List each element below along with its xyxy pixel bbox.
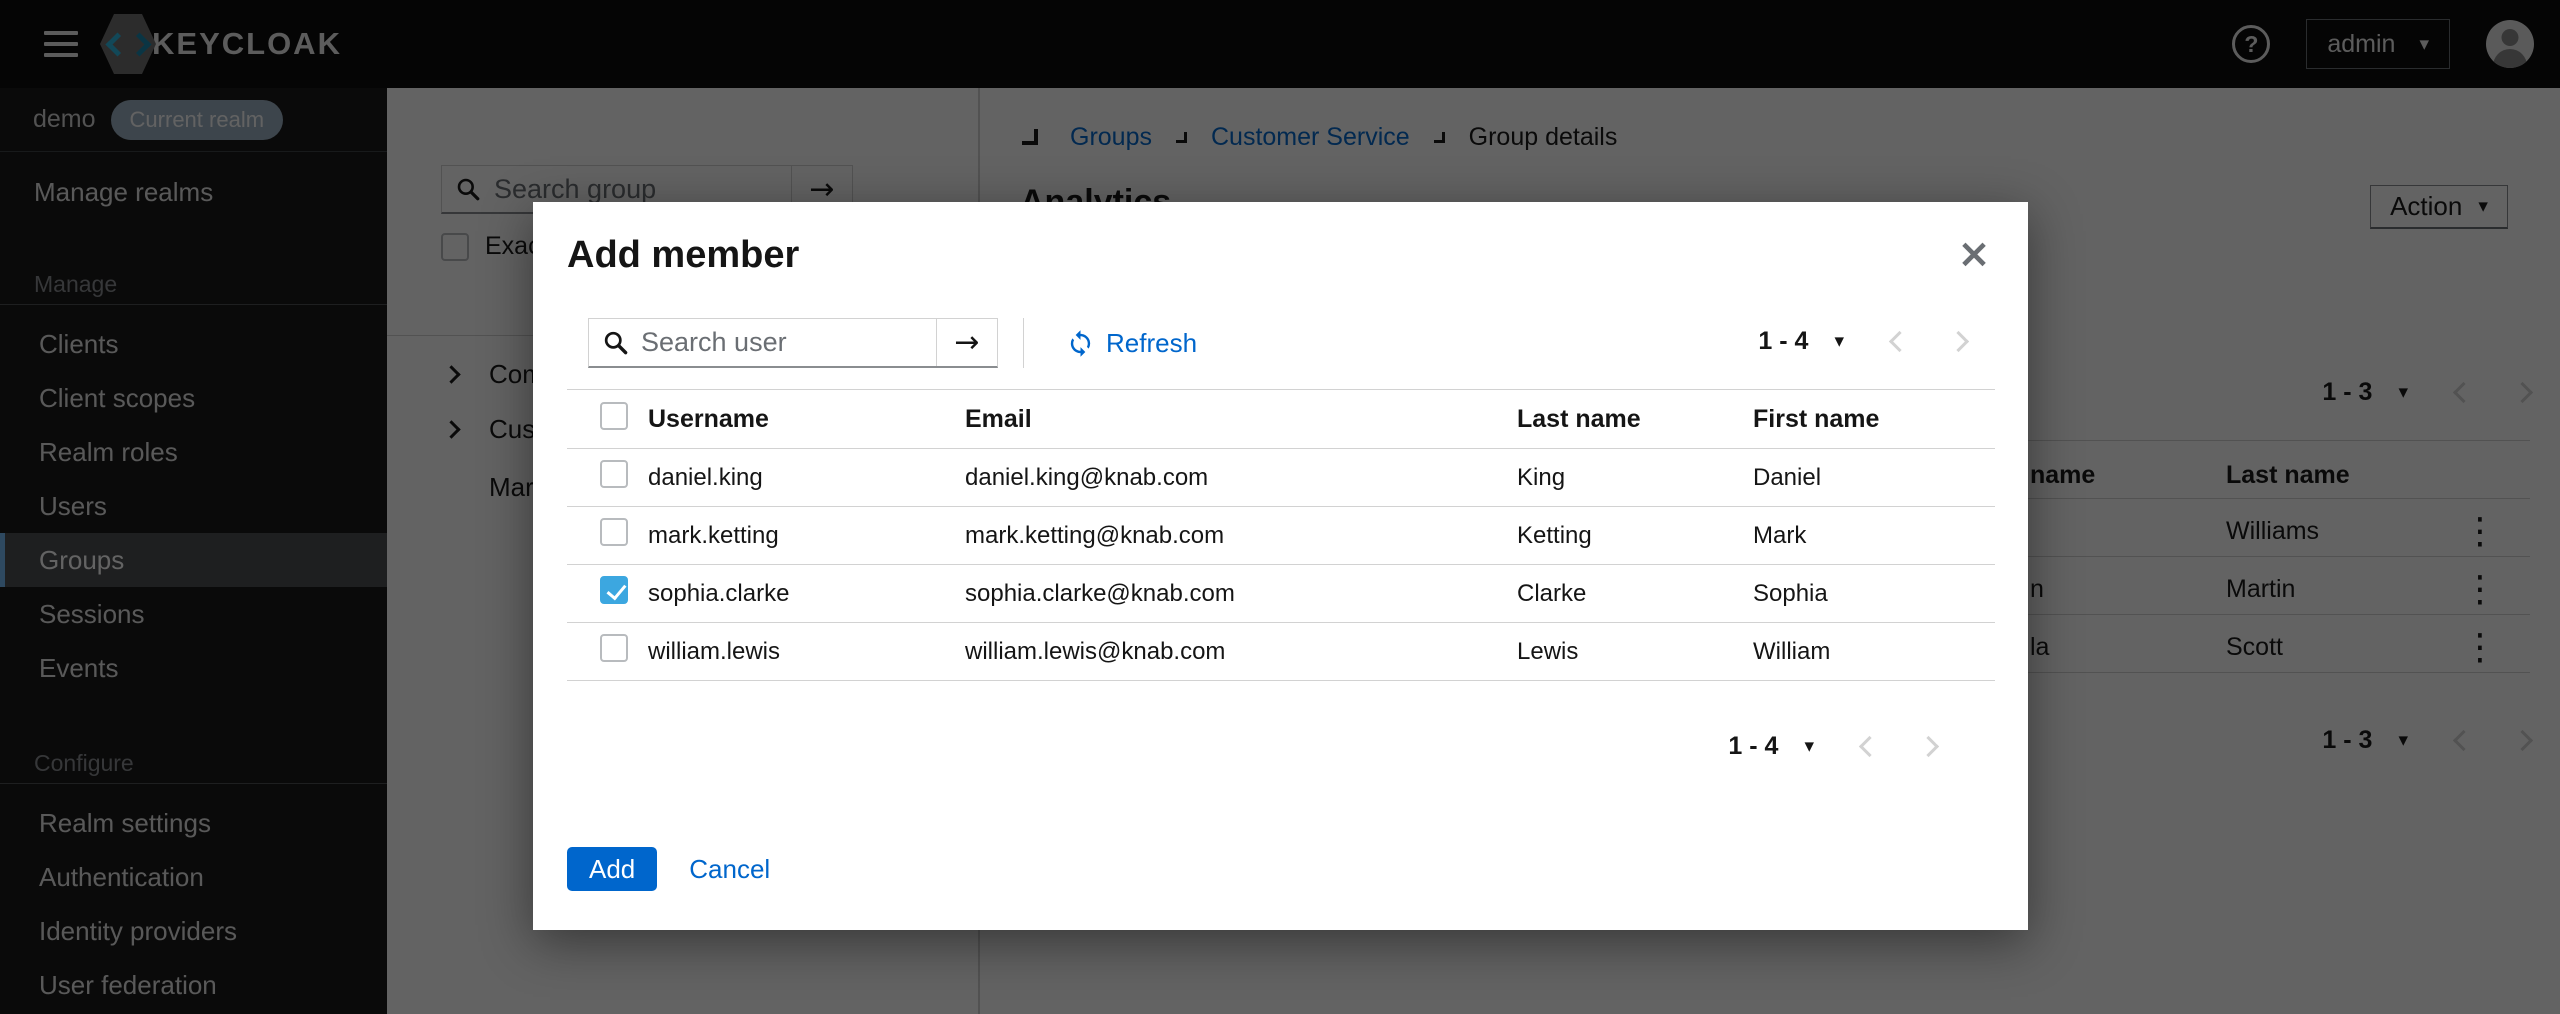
cell-last-name: King: [1517, 449, 1753, 507]
table-row: daniel.king daniel.king@knab.com King Da…: [567, 449, 1995, 507]
cell-first-name: William: [1753, 623, 1995, 681]
cell-username: sophia.clarke: [648, 565, 965, 623]
modal-toolbar: → Refresh: [588, 318, 1197, 368]
users-table: Username Email Last name First name dani…: [567, 389, 1995, 681]
close-icon[interactable]: ×: [1948, 228, 2000, 280]
cell-username: mark.ketting: [648, 507, 965, 565]
pagination-caret-icon[interactable]: ▾: [1834, 332, 1844, 351]
pagination-next-icon[interactable]: [1948, 330, 1969, 351]
cell-email: daniel.king@knab.com: [965, 449, 1517, 507]
search-submit-button[interactable]: →: [936, 319, 997, 366]
add-member-modal: Add member × → Refresh 1 - 4 ▾ Username …: [533, 202, 2028, 930]
column-header-email: Email: [965, 390, 1517, 449]
cell-username: daniel.king: [648, 449, 965, 507]
refresh-icon: [1066, 329, 1095, 358]
table-row: sophia.clarke sophia.clarke@knab.com Cla…: [567, 565, 1995, 623]
column-header-first-name: First name: [1753, 390, 1995, 449]
column-header-last-name: Last name: [1517, 390, 1753, 449]
modal-footer: Add Cancel: [567, 847, 770, 891]
cell-email: mark.ketting@knab.com: [965, 507, 1517, 565]
pagination-prev-icon[interactable]: [1889, 330, 1910, 351]
divider: [1023, 318, 1024, 368]
table-row: william.lewis william.lewis@knab.com Lew…: [567, 623, 1995, 681]
modal-pagination-bottom: 1 - 4 ▾: [1728, 723, 1936, 769]
cell-last-name: Clarke: [1517, 565, 1753, 623]
cell-first-name: Sophia: [1753, 565, 1995, 623]
row-checkbox[interactable]: [600, 518, 628, 546]
cancel-button[interactable]: Cancel: [689, 854, 770, 885]
cell-email: william.lewis@knab.com: [965, 623, 1517, 681]
table-header-row: Username Email Last name First name: [567, 390, 1995, 449]
user-search-input[interactable]: [641, 319, 936, 366]
modal-pagination-top: 1 - 4 ▾: [1758, 318, 1966, 364]
user-search: →: [588, 318, 998, 368]
select-all-checkbox[interactable]: [600, 402, 628, 430]
row-checkbox[interactable]: [600, 634, 628, 662]
cell-email: sophia.clarke@knab.com: [965, 565, 1517, 623]
table-row: mark.ketting mark.ketting@knab.com Ketti…: [567, 507, 1995, 565]
pagination-next-icon[interactable]: [1918, 735, 1939, 756]
cell-first-name: Mark: [1753, 507, 1995, 565]
row-checkbox[interactable]: [600, 576, 628, 604]
modal-title: Add member: [567, 234, 799, 277]
cell-last-name: Ketting: [1517, 507, 1753, 565]
add-button[interactable]: Add: [567, 847, 657, 891]
cell-last-name: Lewis: [1517, 623, 1753, 681]
pagination-prev-icon[interactable]: [1859, 735, 1880, 756]
refresh-button[interactable]: Refresh: [1066, 328, 1197, 359]
cell-username: william.lewis: [648, 623, 965, 681]
row-checkbox[interactable]: [600, 460, 628, 488]
column-header-username: Username: [648, 390, 965, 449]
pagination-caret-icon[interactable]: ▾: [1804, 737, 1814, 756]
pagination-range: 1 - 4: [1758, 327, 1808, 356]
pagination-range: 1 - 4: [1728, 732, 1778, 761]
cell-first-name: Daniel: [1753, 449, 1995, 507]
search-icon: [589, 319, 641, 366]
